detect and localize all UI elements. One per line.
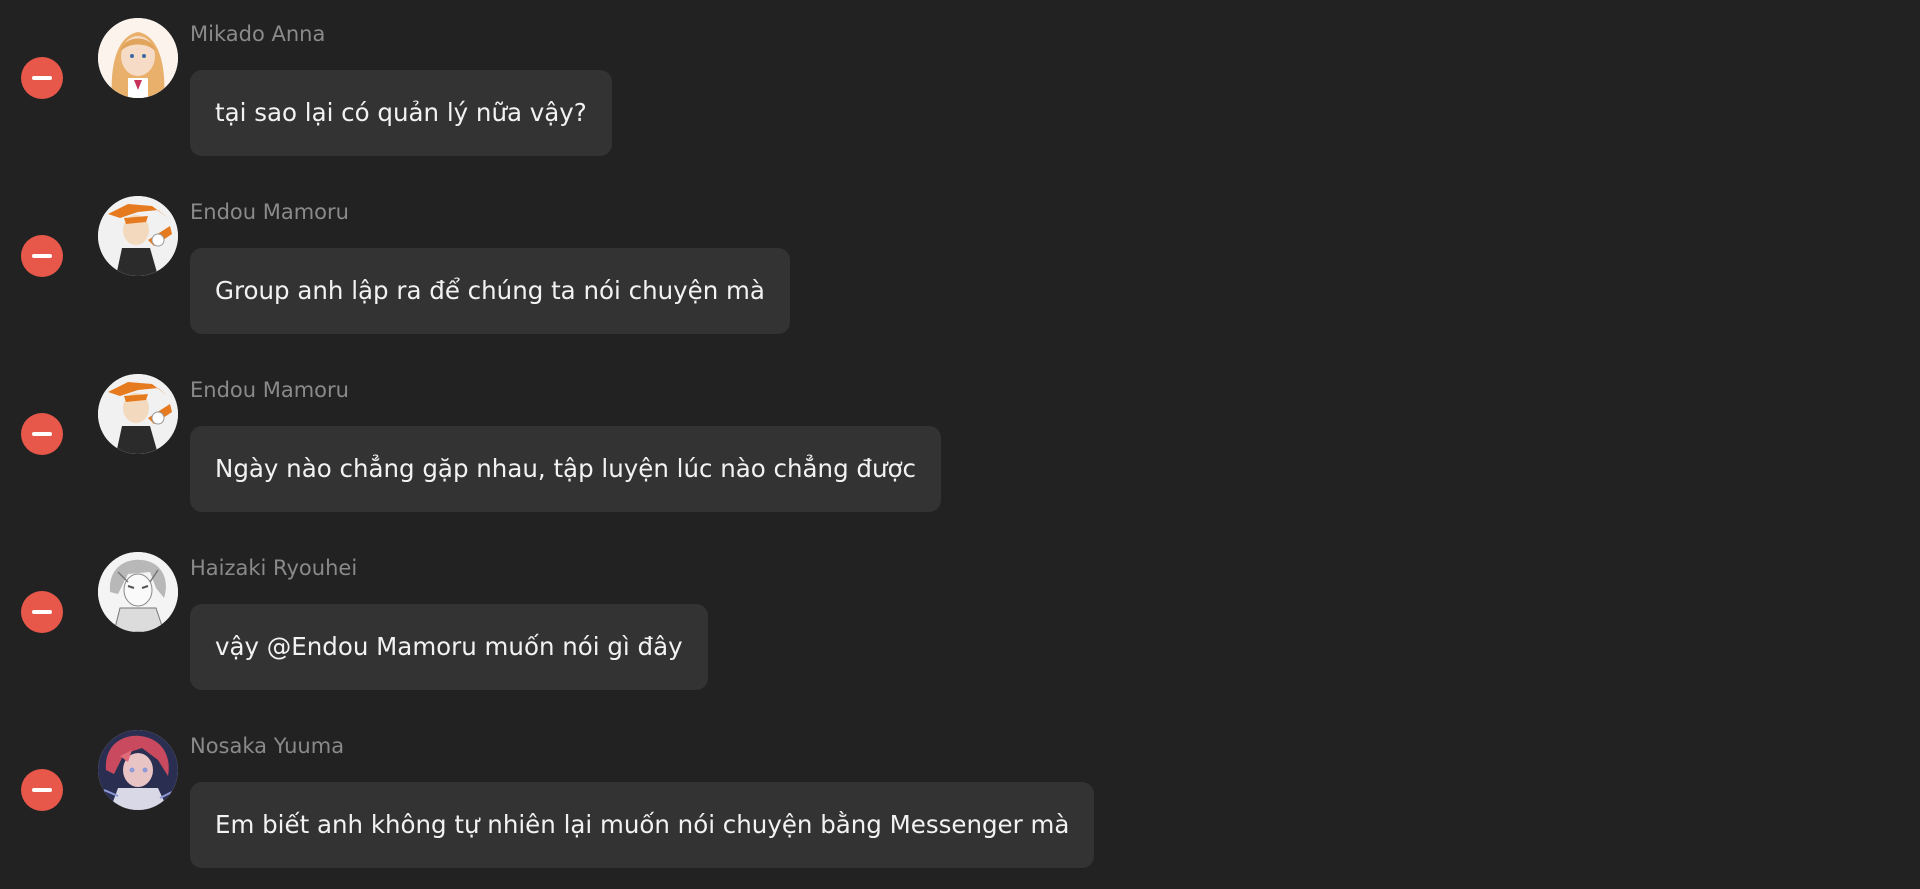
message-bubble[interactable]: Group anh lập ra để chúng ta nói chuyện …: [190, 248, 790, 334]
sender-avatar[interactable]: [98, 374, 178, 454]
minus-icon: [32, 610, 52, 614]
message-bubble[interactable]: Ngày nào chẳng gặp nhau, tập luyện lúc n…: [190, 426, 941, 512]
message-row: Haizaki Ryouhei vậy @Endou Mamoru muốn n…: [0, 552, 1920, 712]
minus-icon: [32, 788, 52, 792]
avatar-image-icon: [98, 196, 178, 276]
message-bubble[interactable]: tại sao lại có quản lý nữa vậy?: [190, 70, 612, 156]
message-bubble[interactable]: vậy @Endou Mamoru muốn nói gì đây: [190, 604, 708, 690]
minus-icon: [32, 76, 52, 80]
message-row: Nosaka Yuuma Em biết anh không tự nhiên …: [0, 730, 1920, 889]
message-row: Mikado Anna tại sao lại có quản lý nữa v…: [0, 18, 1920, 178]
sender-name: Mikado Anna: [190, 22, 326, 46]
message-row: Endou Mamoru Ngày nào chẳng gặp nhau, tậ…: [0, 374, 1920, 534]
sender-name: Nosaka Yuuma: [190, 734, 345, 758]
remove-message-button[interactable]: [21, 591, 63, 633]
sender-name: Haizaki Ryouhei: [190, 556, 358, 580]
sender-name: Endou Mamoru: [190, 378, 349, 402]
avatar-image-icon: [98, 730, 178, 810]
sender-avatar[interactable]: [98, 552, 178, 632]
remove-message-button[interactable]: [21, 769, 63, 811]
message-row: Endou Mamoru Group anh lập ra để chúng t…: [0, 196, 1920, 356]
sender-avatar[interactable]: [98, 196, 178, 276]
avatar-image-icon: [98, 18, 178, 98]
avatar-image-icon: [98, 552, 178, 632]
remove-message-button[interactable]: [21, 413, 63, 455]
minus-icon: [32, 254, 52, 258]
remove-message-button[interactable]: [21, 57, 63, 99]
remove-message-button[interactable]: [21, 235, 63, 277]
minus-icon: [32, 432, 52, 436]
sender-name: Endou Mamoru: [190, 200, 349, 224]
message-bubble[interactable]: Em biết anh không tự nhiên lại muốn nói …: [190, 782, 1095, 868]
sender-avatar[interactable]: [98, 730, 178, 810]
chat-message-list: Mikado Anna tại sao lại có quản lý nữa v…: [0, 0, 1920, 889]
sender-avatar[interactable]: [98, 18, 178, 98]
avatar-image-icon: [98, 374, 178, 454]
